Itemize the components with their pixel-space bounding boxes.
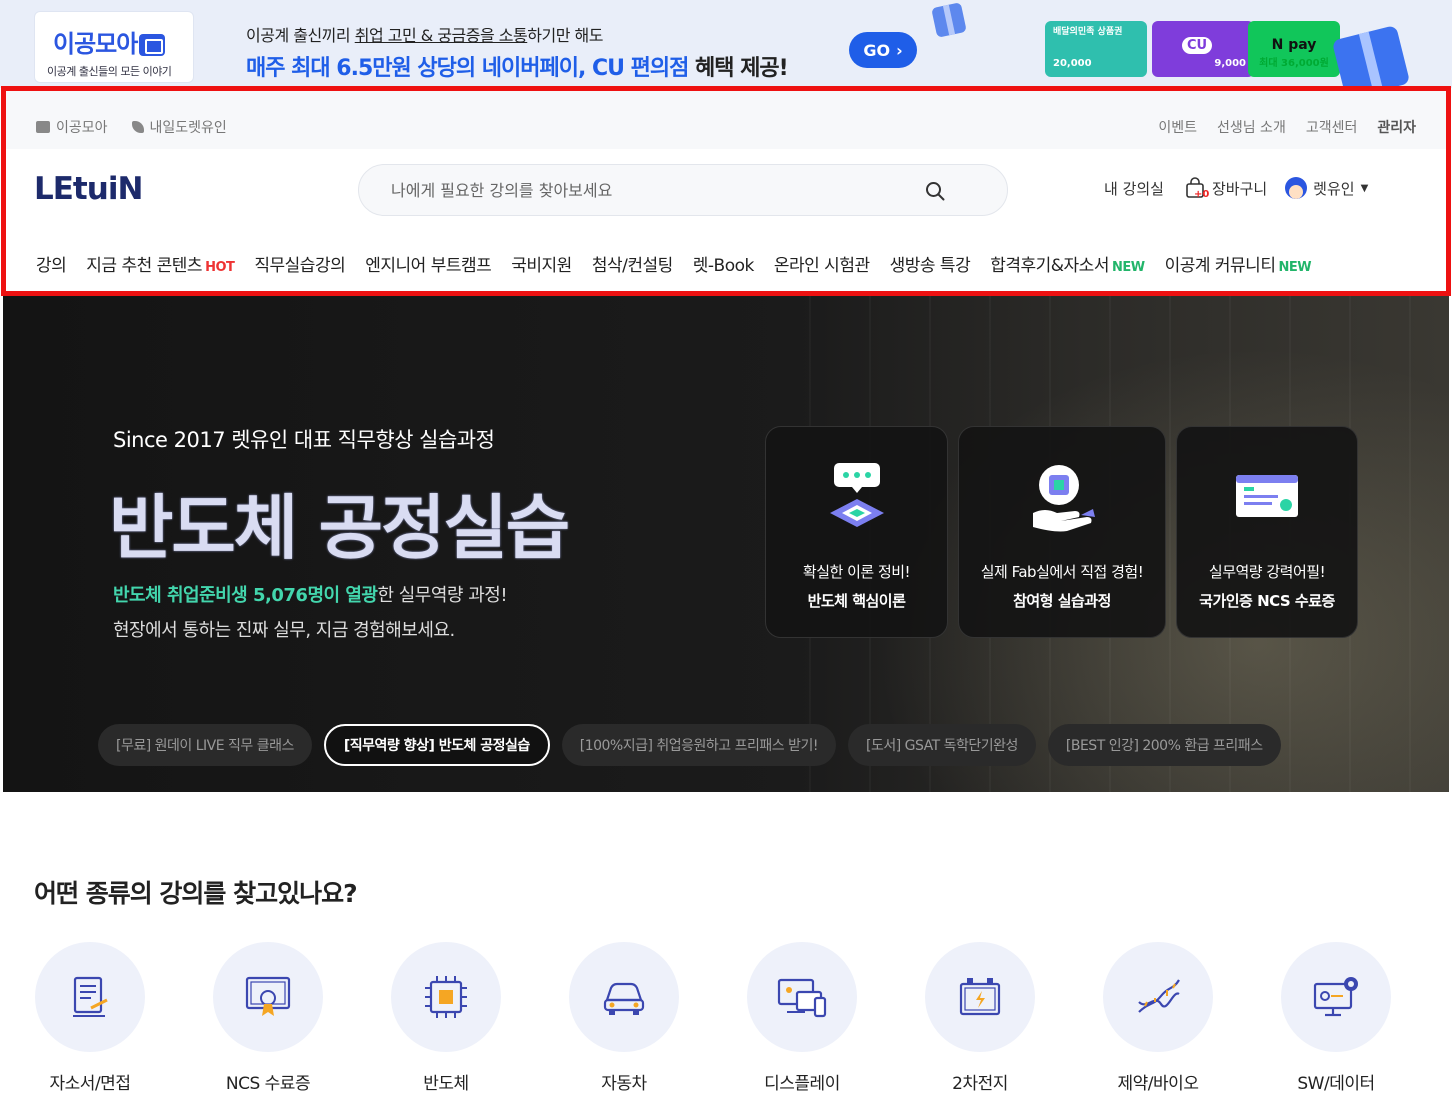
category-display[interactable]: 디스플레이: [746, 942, 858, 1094]
hero-pill[interactable]: [100%지급] 취업응원하고 프리패스 받기!: [561, 724, 836, 766]
cart-link[interactable]: +0 장바구니: [1184, 177, 1268, 200]
cart-count-badge: +0: [1193, 189, 1210, 200]
category-label: 디스플레이: [764, 1074, 840, 1094]
hero-pill-tabs: [무료] 원데이 LIVE 직무 클래스 [직무역량 향상] 반도체 공정실습 …: [98, 724, 1281, 766]
monitor-gear-icon: [1313, 977, 1358, 1017]
util-link-event[interactable]: 이벤트: [1158, 117, 1197, 137]
hero-title: 반도체 공정실습: [109, 487, 570, 569]
promo-logo[interactable]: 이공모아 이공계 출신들의 모든 이야기: [34, 11, 194, 83]
promo-logo-subtitle: 이공계 출신들의 모든 이야기: [47, 65, 172, 78]
chat-badge-icon: [139, 34, 166, 56]
chip-icon: [425, 976, 467, 1018]
dna-icon: [1138, 979, 1180, 1013]
utility-bar: 이공모아 내일도렛유인 이벤트 선생님 소개 고객센터 관리자: [6, 91, 1446, 149]
new-badge: NEW: [1111, 260, 1145, 275]
category-bio[interactable]: 제약/바이오: [1102, 942, 1214, 1094]
gnb-item-gov-support[interactable]: 국비지원: [511, 251, 572, 276]
hero-description-2: 현장에서 통하는 진짜 실무, 지금 경험해보세요.: [113, 620, 455, 641]
gnb-item-consulting[interactable]: 첨삭/컨설팅: [592, 251, 673, 276]
util-link-teachers[interactable]: 선생님 소개: [1217, 117, 1286, 137]
coupon-baemin: 배달의민족 상품권 20,000: [1045, 21, 1147, 77]
category-section-title: 어떤 종류의 강의를 찾고있나요?: [34, 879, 358, 908]
chevron-right-icon: ›: [896, 40, 903, 60]
feature-card-ncs: 실무역량 강력어필! 국가인증 NCS 수료증: [1176, 426, 1358, 638]
feature-line2: 국가인증 NCS 수료증: [1199, 592, 1335, 610]
new-badge: NEW: [1278, 260, 1312, 275]
gnb-item-recommended[interactable]: 지금 추천 콘텐츠 HOT: [86, 251, 235, 276]
main-navigation: 강의 지금 추천 콘텐츠 HOT 직무실습강의 엔지니어 부트캠프 국비지원 첨삭…: [36, 251, 1331, 276]
gnb-item-job-practice[interactable]: 직무실습강의: [254, 251, 345, 276]
category-label: SW/데이터: [1297, 1074, 1375, 1094]
display-icon: [777, 978, 827, 1018]
gnb-item-book[interactable]: 렛-Book: [693, 251, 755, 276]
gnb-item-reviews[interactable]: 합격후기&자소서 NEW: [990, 251, 1145, 276]
feature-line1: 확실한 이론 정비!: [802, 563, 911, 581]
chip-hand-icon: [1033, 465, 1095, 532]
coupon-npay: N pay 최대 36,000원: [1248, 21, 1340, 77]
hero-pill[interactable]: [무료] 원데이 LIVE 직무 클래스: [98, 724, 312, 766]
feature-line1: 실제 Fab실에서 직접 경험!: [980, 563, 1144, 581]
chip-chat-icon: [829, 463, 884, 527]
site-logo[interactable]: LEtuiN: [34, 171, 143, 207]
cart-label: 장바구니: [1211, 179, 1268, 198]
promo-logo-text: 이공모아: [53, 24, 166, 59]
feature-line2: 반도체 핵심이론: [807, 592, 906, 610]
promo-banner[interactable]: 이공모아 이공계 출신들의 모든 이야기 이공계 출신끼리 취업 고민 & 궁금…: [0, 0, 1452, 100]
caret-down-icon: ▼: [1360, 182, 1369, 194]
user-menu[interactable]: 렛유인 ▼: [1285, 177, 1368, 199]
feature-line2: 참여형 실습과정: [1013, 592, 1111, 610]
avatar: [1285, 177, 1308, 199]
header-highlight: 이공모아 내일도렛유인 이벤트 선생님 소개 고객센터 관리자 LEtuiN 내…: [1, 86, 1451, 296]
go-button[interactable]: GO ›: [849, 32, 917, 68]
feature-line1: 실무역량 강력어필!: [1208, 563, 1326, 581]
category-automotive[interactable]: 자동차: [568, 942, 680, 1094]
category-battery[interactable]: 2차전지: [924, 942, 1036, 1094]
battery-icon: [959, 978, 1001, 1016]
gnb-item-lectures[interactable]: 강의: [36, 251, 67, 276]
certificate-icon: [245, 976, 291, 1016]
util-link-admin[interactable]: 관리자: [1377, 117, 1416, 137]
my-lecture-link[interactable]: 내 강의실: [1104, 178, 1164, 199]
chat-icon: [36, 121, 50, 133]
category-semiconductor[interactable]: 반도체: [390, 942, 502, 1094]
gnb-item-community[interactable]: 이공계 커뮤니티 NEW: [1165, 251, 1312, 276]
category-label: 자동차: [601, 1074, 647, 1094]
category-label: NCS 수료증: [225, 1074, 311, 1094]
feature-card-theory: 확실한 이론 정비! 반도체 핵심이론: [765, 426, 948, 638]
category-label: 제약/바이오: [1117, 1074, 1199, 1094]
category-label: 2차전지: [952, 1074, 1008, 1094]
gnb-item-bootcamp[interactable]: 엔지니어 부트캠프: [365, 251, 492, 276]
gnb-item-online-exam[interactable]: 온라인 시험관: [774, 251, 870, 276]
hero-eyebrow: Since 2017 렛유인 대표 직무향상 실습과정: [113, 428, 495, 452]
search-input[interactable]: [391, 165, 931, 215]
util-link-naeil[interactable]: 내일도렛유인: [131, 117, 227, 137]
promo-offer: 매주 최대 6.5만원 상당의 네이버페이, CU 편의점 혜택 제공!: [246, 56, 789, 81]
user-name: 렛유인: [1313, 179, 1355, 198]
util-link-support[interactable]: 고객센터: [1306, 117, 1358, 137]
feature-card-fab: 실제 Fab실에서 직접 경험! 참여형 실습과정: [958, 426, 1166, 638]
category-resume[interactable]: 자소서/면접: [34, 942, 146, 1094]
search-bar: [358, 164, 1008, 216]
leaf-icon: [131, 121, 144, 133]
car-icon: [603, 982, 645, 1015]
promo-headline: 이공계 출신끼리 취업 고민 & 궁금증을 소통하기만 해도: [246, 26, 603, 45]
certificate-icon: [1236, 475, 1298, 517]
category-label: 자소서/면접: [49, 1074, 131, 1094]
hero-pill[interactable]: [BEST 인강] 200% 환급 프리패스: [1047, 724, 1281, 766]
search-icon[interactable]: [925, 181, 945, 201]
hero-banner[interactable]: Since 2017 렛유인 대표 직무향상 실습과정 반도체 공정실습 반도체…: [3, 296, 1449, 792]
hero-description-1: 반도체 취업준비생 5,076명이 열광한 실무역량 과정!: [113, 585, 508, 606]
hot-badge: HOT: [205, 260, 235, 275]
hero-pill[interactable]: [도서] GSAT 독학단기완성: [847, 724, 1036, 766]
category-ncs[interactable]: NCS 수료증: [212, 942, 324, 1094]
gift-icon: [931, 2, 967, 38]
hero-pill-active[interactable]: [직무역량 향상] 반도체 공정실습: [323, 724, 550, 766]
gnb-item-live[interactable]: 생방송 특강: [890, 251, 971, 276]
document-icon: [73, 976, 108, 1017]
category-label: 반도체: [423, 1074, 469, 1094]
coupon-cu: CU 9,000: [1152, 21, 1254, 77]
util-link-igongmoa[interactable]: 이공모아: [36, 117, 108, 137]
category-sw-data[interactable]: SW/데이터: [1280, 942, 1392, 1094]
